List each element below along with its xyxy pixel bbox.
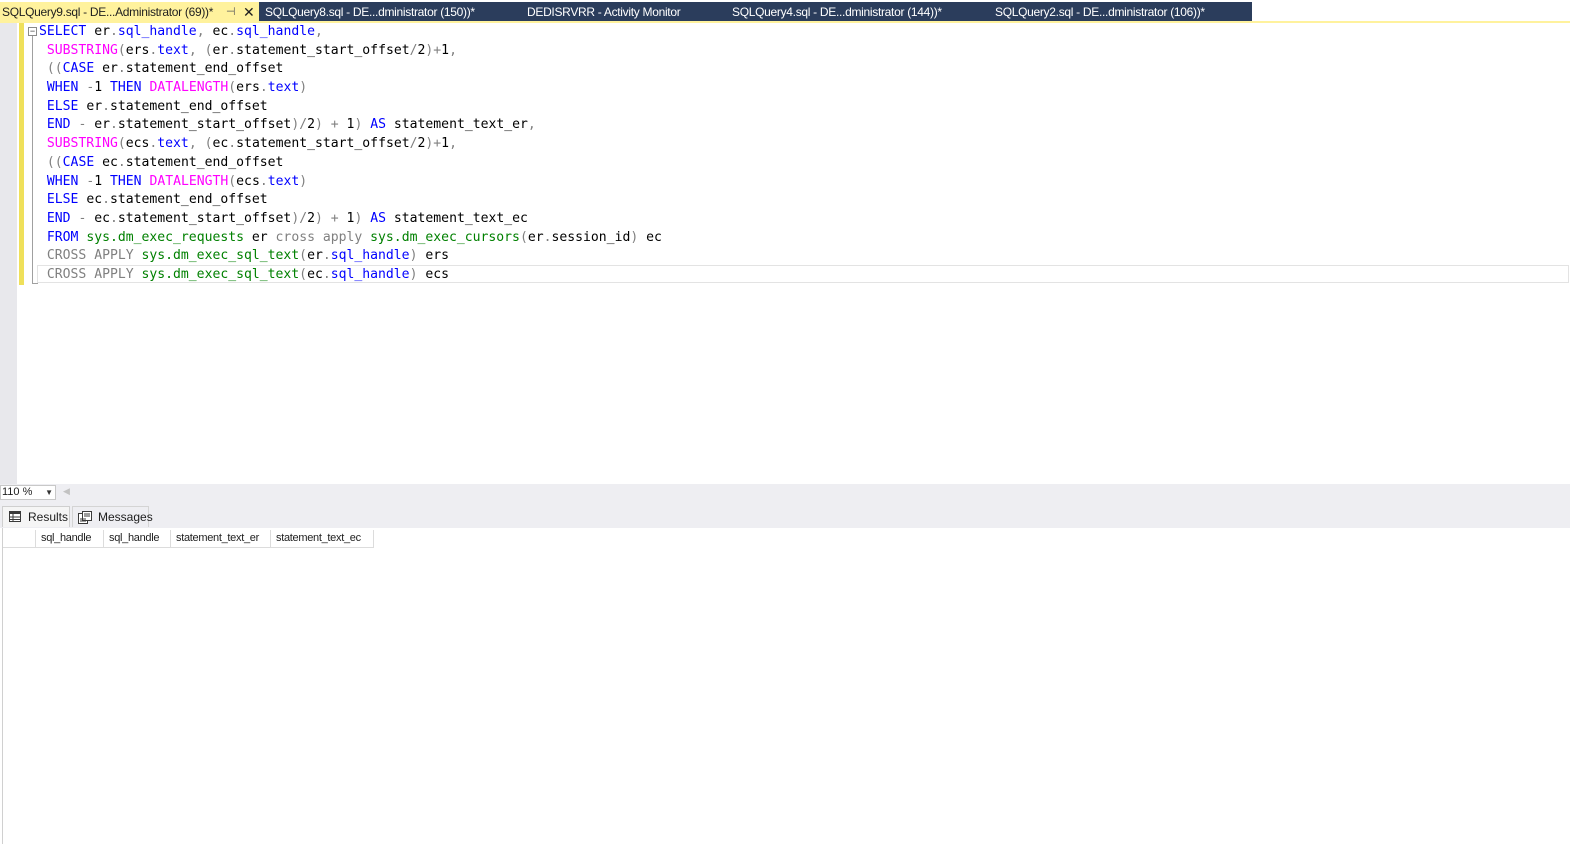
code-line: CROSS APPLY sys.dm_exec_sql_text(ec.sql_… — [46, 266, 450, 282]
messages-icon — [78, 511, 92, 524]
column-header[interactable]: statement_text_ec — [271, 530, 374, 548]
tab-sqlquery4[interactable]: SQLQuery4.sql - DE...dministrator (144))… — [715, 2, 978, 22]
change-tracking-bar — [19, 23, 24, 285]
column-header[interactable]: statement_text_er — [171, 530, 271, 548]
editor-gutter — [0, 23, 17, 484]
outline-end — [32, 283, 38, 284]
code-line: SUBSTRING(ecs.text, (ec.statement_start_… — [46, 136, 457, 152]
sql-code[interactable]: SELECT er.sql_handle, ec.sql_handle, SUB… — [39, 23, 662, 285]
code-line: SELECT er.sql_handle, ec.sql_handle, — [39, 24, 323, 39]
code-line: WHEN -1 THEN DATALENGTH(ecs.text) — [46, 173, 308, 189]
code-line: FROM sys.dm_exec_requests er cross apply… — [46, 229, 662, 245]
chevron-down-icon[interactable]: ▼ — [45, 486, 53, 499]
code-line: ELSE ec.statement_end_offset — [46, 192, 268, 208]
zoom-bar: 110 % ▼ ◀ — [0, 484, 1570, 501]
zoom-value: 110 % — [2, 486, 33, 498]
collapse-icon[interactable]: − — [28, 27, 37, 36]
tab-activity-monitor[interactable]: DEDISRVRR - Activity Monitor — [510, 2, 715, 22]
column-header[interactable]: sql_handle — [36, 530, 104, 548]
document-tab-strip: SQLQuery9.sql - DE...Administrator (69))… — [0, 0, 1570, 23]
outline-line — [32, 36, 33, 283]
scroll-left-icon[interactable]: ◀ — [63, 486, 70, 497]
grid-icon — [9, 511, 21, 522]
tab-label: DEDISRVRR - Activity Monitor — [527, 5, 681, 19]
tab-results-label: Results — [28, 510, 69, 524]
tab-label: SQLQuery9.sql - DE...Administrator (69))… — [2, 5, 214, 19]
tab-results[interactable]: Results — [2, 506, 70, 527]
query-editor[interactable]: − SELECT er.sql_handle, ec.sql_handle, S… — [0, 23, 1570, 484]
code-line: CROSS APPLY sys.dm_exec_sql_text(er.sql_… — [46, 248, 450, 264]
code-line: ELSE er.statement_end_offset — [46, 98, 268, 114]
tab-sqlquery2[interactable]: SQLQuery2.sql - DE...dministrator (106))… — [978, 2, 1252, 22]
results-tab-strip: Results Messages — [0, 501, 1570, 528]
row-number-header — [3, 530, 36, 548]
tab-label: SQLQuery4.sql - DE...dministrator (144))… — [732, 5, 942, 19]
tab-label: SQLQuery8.sql - DE...dministrator (150))… — [265, 5, 475, 19]
close-icon[interactable]: ✕ — [243, 2, 255, 22]
tab-sqlquery9[interactable]: SQLQuery9.sql - DE...Administrator (69))… — [0, 2, 259, 22]
code-line: WHEN -1 THEN DATALENGTH(ers.text) — [46, 80, 308, 96]
column-header[interactable]: sql_handle — [104, 530, 171, 548]
tab-messages-label: Messages — [98, 510, 153, 524]
code-line: ((CASE ec.statement_end_offset — [46, 154, 284, 170]
code-line: END - er.statement_start_offset)/2) + 1)… — [46, 117, 536, 133]
code-line: ((CASE er.statement_end_offset — [46, 61, 284, 77]
tab-label: SQLQuery2.sql - DE...dministrator (106))… — [995, 5, 1205, 19]
tab-sqlquery8[interactable]: SQLQuery8.sql - DE...dministrator (150))… — [259, 2, 510, 22]
zoom-dropdown[interactable]: 110 % ▼ — [0, 485, 56, 500]
pin-icon[interactable]: ⊣ — [226, 2, 236, 22]
code-line: SUBSTRING(ers.text, (er.statement_start_… — [46, 42, 457, 58]
code-line: END - ec.statement_start_offset)/2) + 1)… — [46, 210, 528, 226]
tab-messages[interactable]: Messages — [72, 506, 153, 527]
results-grid[interactable]: sql_handle sql_handle statement_text_er … — [2, 528, 1570, 844]
